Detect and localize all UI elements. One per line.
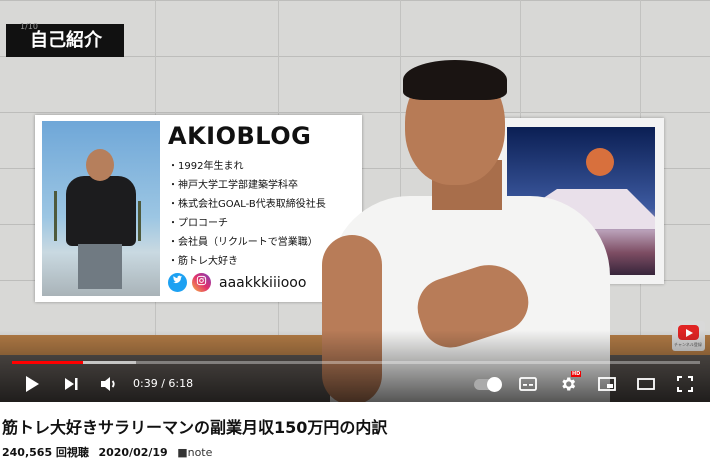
twitter-icon	[168, 273, 187, 292]
person-legs	[78, 244, 122, 289]
overlay-tag-small: 1/10	[20, 22, 38, 31]
video-title: 筋トレ大好きサラリーマンの副業月収150万円の内訳	[2, 418, 388, 437]
profile-item: ・1992年生まれ	[168, 161, 244, 172]
profile-item: ・筋トレ大好き	[168, 256, 238, 267]
palm-tree	[54, 191, 57, 241]
palm-tree	[138, 201, 141, 241]
play-icon	[26, 376, 39, 392]
miniplayer-button[interactable]	[595, 372, 619, 396]
fullscreen-button[interactable]	[673, 372, 697, 396]
time-display: 0:39 / 6:18	[133, 377, 194, 390]
subtitles-button[interactable]	[516, 372, 540, 396]
hd-badge: HD	[571, 371, 582, 377]
settings-button[interactable]: HD	[556, 371, 582, 396]
settings-icon	[562, 377, 576, 391]
person-head	[86, 149, 114, 181]
autoplay-toggle[interactable]	[474, 377, 502, 392]
profile-photo	[42, 121, 160, 296]
hashtag-link[interactable]: ■note	[177, 446, 212, 459]
profile-item: ・株式会社GOAL-B代表取締役社長	[168, 199, 326, 210]
play-button[interactable]	[20, 372, 44, 396]
upload-date: 2020/02/19	[98, 446, 168, 459]
progress-bar[interactable]	[12, 361, 700, 364]
theater-icon	[637, 378, 655, 390]
social-row: aaakkkiiiooo	[168, 273, 306, 292]
progress-played	[12, 361, 83, 364]
sns-handle: aaakkkiiiooo	[219, 274, 307, 291]
theater-button[interactable]	[634, 372, 658, 396]
volume-icon	[101, 377, 115, 391]
presenter-hair	[403, 60, 507, 100]
person-hoodie	[66, 176, 136, 246]
view-count: 240,565 回視聴	[2, 446, 89, 459]
autoplay-toggle-knob	[487, 377, 502, 392]
profile-list: ・1992年生まれ ・神戸大学工学部建築学科卒 ・株式会社GOAL-B代表取締役…	[168, 157, 326, 271]
profile-card: AKIOBLOG ・1992年生まれ ・神戸大学工学部建築学科卒 ・株式会社GO…	[35, 115, 362, 302]
miniplayer-icon	[598, 377, 616, 391]
next-button[interactable]	[59, 372, 83, 396]
video-meta: 240,565 回視聴 2020/02/19 ■note	[2, 444, 212, 460]
next-icon	[65, 378, 78, 390]
instagram-icon	[192, 273, 211, 292]
fullscreen-icon	[677, 376, 693, 392]
painting-moon	[586, 148, 614, 176]
profile-item: ・神戸大学工学部建築学科卒	[168, 180, 298, 191]
volume-button[interactable]	[97, 372, 121, 396]
profile-item: ・プロコーチ	[168, 218, 228, 229]
video-player[interactable]: 自己紹介 1/10 AKIOBLOG ・1992年生まれ ・神戸大学工学部建築学…	[0, 0, 710, 402]
subtitles-icon	[519, 377, 537, 391]
profile-item: ・会社員（リクルートで営業職）	[168, 237, 318, 248]
card-title: AKIOBLOG	[168, 122, 312, 150]
